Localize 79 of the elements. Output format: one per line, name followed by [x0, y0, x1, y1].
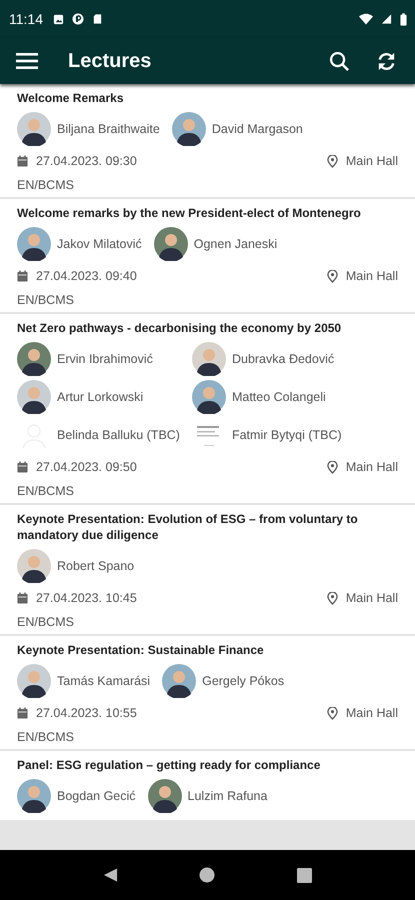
avatar-icon — [17, 112, 51, 146]
calendar-icon — [17, 707, 28, 719]
avatar-icon — [17, 779, 51, 813]
lecture-location: Main Hall — [346, 154, 398, 168]
refresh-icon — [376, 50, 397, 72]
lecture-languages: EN/BCMS — [17, 292, 75, 309]
location-pin-icon — [326, 592, 338, 604]
avatar-icon — [172, 112, 206, 146]
lecture-card[interactable]: Panel: ESG regulation – getting ready for compliance Bogdan Gecić Lulzim Rafuna — [0, 751, 415, 820]
menu-icon — [16, 52, 38, 70]
signal-icon — [381, 13, 392, 25]
lecture-card[interactable]: Keynote Presentation: Sustainable Finance Tamás Kamarási Gergely Pókos 27.04.2023. 10:55 Main Hall EN/BCMS — [0, 636, 415, 749]
location-pin-icon — [326, 706, 338, 720]
calendar-icon — [17, 270, 28, 282]
speaker-name: Bogdan Gecić — [57, 789, 136, 803]
avatar-icon — [148, 779, 182, 813]
location-pin-icon — [326, 460, 338, 474]
notification-icon — [53, 14, 64, 24]
speaker-name: Artur Lorkowski — [57, 390, 144, 404]
calendar-icon — [17, 592, 28, 604]
avatar-icon — [17, 342, 51, 376]
avatar-icon — [17, 549, 51, 583]
lecture-datetime: 27.04.2023. 09:50 — [36, 460, 137, 474]
screen-title: Lectures — [68, 50, 152, 72]
lecture-title: Keynote Presentation: Sustainable Finance — [17, 642, 265, 658]
speaker-name: Matteo Colangeli — [232, 390, 326, 404]
notification-icon — [72, 13, 84, 25]
avatar-icon — [154, 227, 188, 261]
speaker-name: Gergely Pókos — [202, 674, 284, 688]
lecture-languages: EN/BCMS — [17, 177, 75, 194]
lecture-location: Main Hall — [346, 591, 398, 605]
lecture-datetime: 27.04.2023. 09:30 — [36, 154, 137, 168]
lecture-datetime: 27.04.2023. 10:45 — [36, 591, 137, 605]
speaker-name: Fatmir Bytyqi (TBC) — [232, 428, 342, 442]
avatar-icon — [192, 380, 226, 414]
speaker-name: Tamás Kamarási — [57, 674, 150, 688]
lecture-title: Welcome Remarks — [17, 90, 124, 106]
speaker-name: Belinda Balluku (TBC) — [57, 428, 180, 442]
calendar-icon — [17, 155, 28, 167]
lecture-title: Keynote Presentation: Evolution of ESG – from voluntary to mandatory due diligence — [17, 511, 359, 543]
avatar-icon — [17, 227, 51, 261]
avatar-icon — [162, 664, 196, 698]
lecture-datetime: 27.04.2023. 10:55 — [36, 706, 137, 720]
location-pin-icon — [326, 154, 338, 168]
sd-card-icon — [92, 13, 103, 25]
lecture-title: Panel: ESG regulation – getting ready for compliance — [17, 757, 322, 773]
speaker-name: Lulzim Rafuna — [188, 789, 268, 803]
location-pin-icon — [326, 270, 338, 282]
lecture-title: Net Zero pathways - decarbonising the economy by 2050 — [17, 320, 342, 336]
battery-icon — [400, 12, 407, 26]
lecture-languages: EN/BCMS — [17, 483, 75, 500]
lecture-location: Main Hall — [346, 269, 398, 283]
lecture-card[interactable]: Welcome Remarks Biljana Braithwaite David Margason 27.04.2023. 09:30 Main Hall EN/BCMS — [0, 84, 415, 197]
lecture-card[interactable]: Net Zero pathways - decarbonising the economy by 2050 Ervin Ibrahimović Dubravka Đedović Artur Lorkowski Matteo Colangeli Belinda Balluku (TBC) Fatmir Bytyqi (TBC) 27.04.2023. 09:50 Main Hall EN/BCMS — [0, 314, 415, 503]
lecture-title: Welcome remarks by the new President-elect of Montenegro — [17, 205, 362, 221]
wifi-icon — [359, 13, 373, 25]
lecture-card[interactable]: Keynote Presentation: Evolution of ESG – from voluntary to mandatory due diligence Robert Spano 27.04.2023. 10:45 Main Hall EN/BCMS — [0, 505, 415, 634]
speaker-name: Ognen Janeski — [194, 237, 278, 251]
calendar-icon — [17, 461, 28, 473]
lecture-card[interactable]: Welcome remarks by the new President-elect of Montenegro Jakov Milatović Ognen Janeski 27.04.2023. 09:40 Main Hall EN/BCMS — [0, 199, 415, 312]
speaker-name: Jakov Milatović — [57, 237, 142, 251]
avatar-icon — [192, 342, 226, 376]
search-icon — [329, 50, 350, 72]
back-button[interactable] — [102, 867, 118, 883]
speaker-name: Robert Spano — [57, 559, 134, 573]
avatar-icon — [17, 380, 51, 414]
speaker-name: Dubravka Đedović — [232, 352, 334, 366]
lecture-languages: EN/BCMS — [17, 729, 75, 746]
lecture-location: Main Hall — [346, 460, 398, 474]
avatar-icon — [17, 664, 51, 698]
recents-button[interactable] — [297, 868, 312, 882]
lecture-datetime: 27.04.2023. 09:40 — [36, 269, 137, 283]
home-button[interactable] — [199, 867, 216, 883]
speaker-name: David Margason — [212, 122, 303, 136]
speaker-name: Biljana Braithwaite — [57, 122, 160, 136]
speaker-name: Ervin Ibrahimović — [57, 352, 153, 366]
lecture-languages: EN/BCMS — [17, 614, 75, 631]
status-time: 11:14 — [9, 11, 43, 27]
lecture-location: Main Hall — [346, 706, 398, 720]
